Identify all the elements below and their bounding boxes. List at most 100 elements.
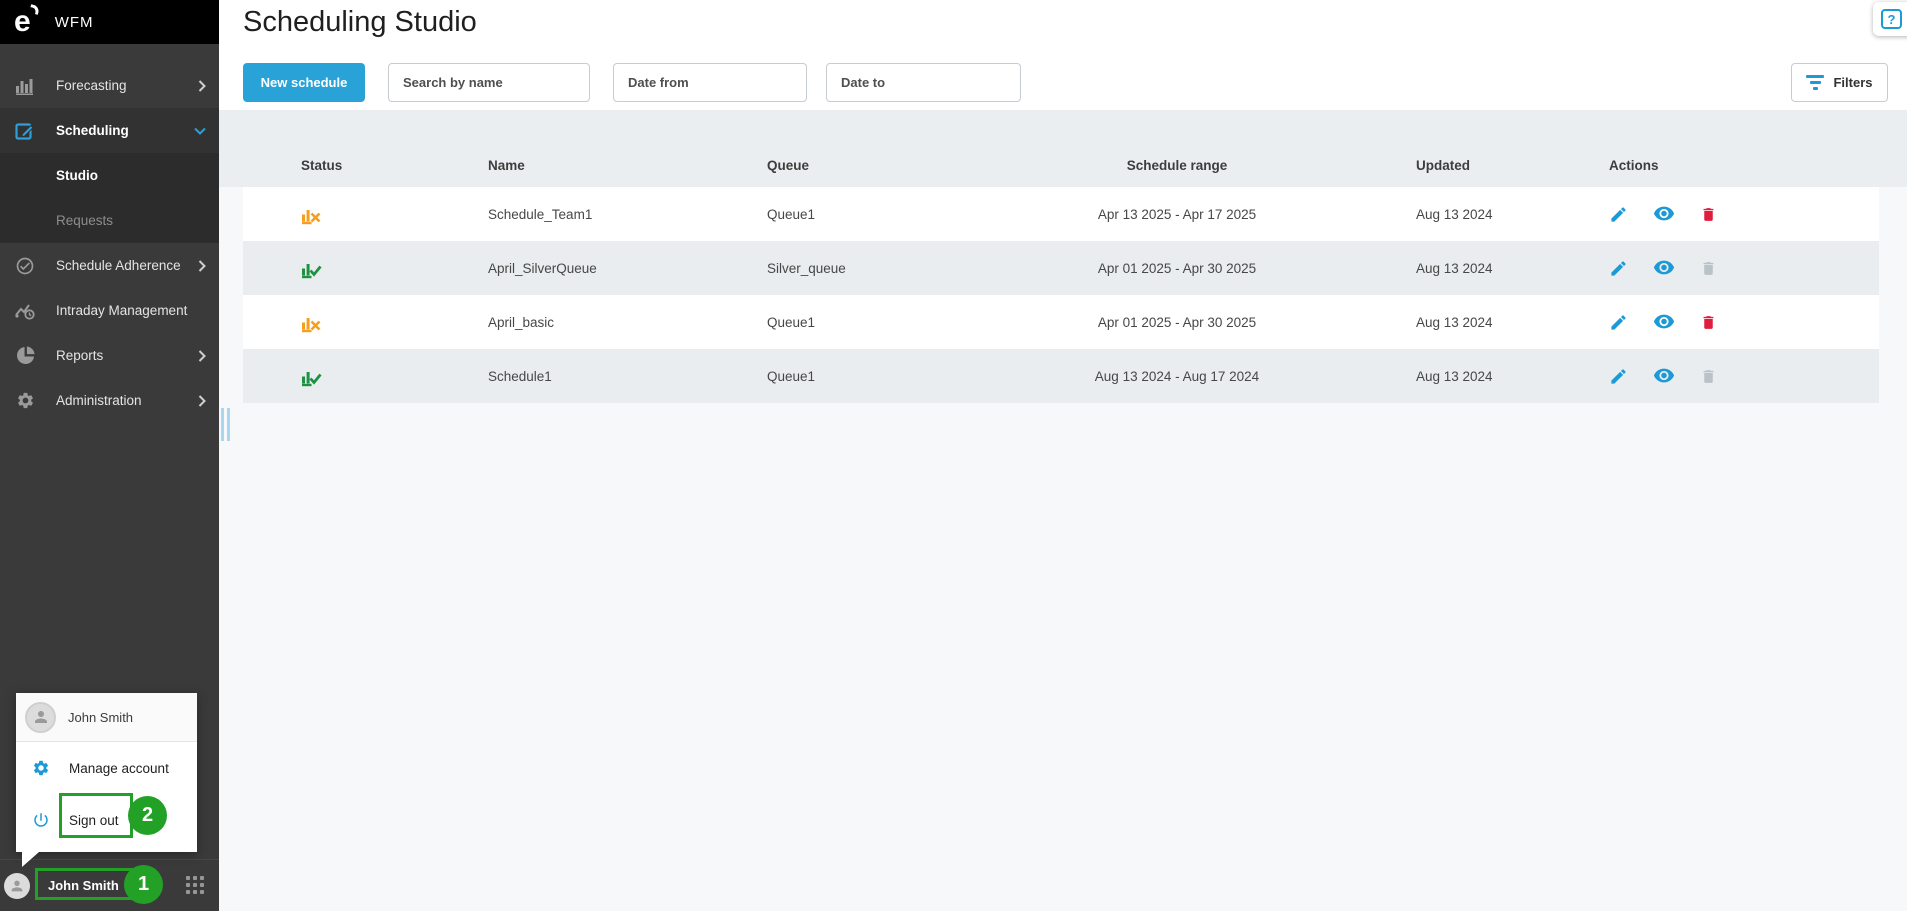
manage-account-item[interactable]: Manage account	[16, 742, 197, 794]
user-name: John Smith	[68, 709, 134, 725]
row-updated: Aug 13 2024	[1416, 206, 1493, 222]
sidebar-item-schedule-adherence[interactable]: Schedule Adherence	[0, 243, 219, 288]
sidebar-item-label: Intraday Management	[56, 303, 188, 318]
page-title: Scheduling Studio	[243, 6, 477, 38]
status-error-icon	[301, 204, 322, 225]
row-queue: Queue1	[767, 368, 816, 384]
edit-button[interactable]	[1609, 313, 1628, 332]
table-header: Status Name Queue Schedule range Updated…	[219, 110, 1907, 187]
sidebar-resize-handle[interactable]	[221, 408, 230, 441]
delete-button[interactable]	[1700, 259, 1717, 278]
chevron-right-icon	[198, 259, 206, 272]
chevron-down-icon	[194, 127, 206, 135]
row-name: Schedule1	[488, 368, 552, 384]
status-cell	[243, 312, 430, 333]
chevron-right-icon	[198, 79, 206, 92]
edit-button[interactable]	[1609, 259, 1628, 278]
annotation-step-1: 1	[124, 865, 163, 904]
sidebar-item-label: Reports	[56, 348, 104, 363]
filters-label: Filters	[1833, 75, 1873, 90]
row-queue: Silver_queue	[767, 260, 846, 276]
sidebar-item-intraday-management[interactable]: Intraday Management	[0, 288, 219, 333]
delete-button[interactable]	[1700, 205, 1717, 224]
status-error-icon	[301, 312, 322, 333]
user-menu-header: John Smith	[16, 693, 197, 742]
view-button[interactable]	[1653, 368, 1675, 384]
power-icon	[32, 811, 50, 829]
help-icon: ?	[1881, 9, 1902, 29]
edit-button[interactable]	[1609, 367, 1628, 386]
user-menu-popup: John Smith Manage account Sign out	[16, 693, 197, 852]
sidebar-nav: Forecasting Scheduling Studio Requests S…	[0, 44, 219, 423]
delete-button[interactable]	[1700, 367, 1717, 386]
new-schedule-button[interactable]: New schedule	[243, 63, 365, 102]
user-menu-trigger[interactable]: John Smith	[48, 878, 119, 893]
column-header-actions: Actions	[1609, 158, 1659, 173]
view-button[interactable]	[1653, 206, 1675, 222]
sidebar-item-scheduling[interactable]: Scheduling	[0, 108, 219, 153]
actions-cell	[1551, 259, 1879, 278]
table-row[interactable]: April_SilverQueue Silver_queue Apr 01 20…	[243, 241, 1879, 295]
delete-button[interactable]	[1700, 313, 1717, 332]
brand-logo-icon: e	[14, 4, 40, 37]
sidebar-item-studio[interactable]: Studio	[0, 153, 219, 198]
row-name: April_SilverQueue	[488, 260, 597, 276]
row-updated: Aug 13 2024	[1416, 314, 1493, 330]
sidebar-item-administration[interactable]: Administration	[0, 378, 219, 423]
row-range: Apr 13 2025 - Apr 17 2025	[1097, 206, 1257, 222]
actions-cell	[1551, 367, 1879, 386]
date-to-input[interactable]	[826, 63, 1021, 102]
sidebar-item-label: Forecasting	[56, 78, 127, 93]
row-range: Apr 01 2025 - Apr 30 2025	[1097, 314, 1257, 330]
table-body: Schedule_Team1 Queue1 Apr 13 2025 - Apr …	[243, 187, 1879, 403]
edit-icon	[14, 121, 36, 141]
sidebar-item-label: Schedule Adherence	[56, 258, 181, 273]
sidebar-group-scheduling: Scheduling Studio Requests	[0, 108, 219, 243]
check-circle-icon	[14, 256, 36, 276]
gear-icon	[32, 759, 50, 777]
row-updated: Aug 13 2024	[1416, 260, 1493, 276]
manage-account-label: Manage account	[69, 760, 169, 776]
column-header-schedule-range: Schedule range	[1126, 158, 1228, 173]
sidebar-item-forecasting[interactable]: Forecasting	[0, 63, 219, 108]
brand-name: WFM	[54, 13, 94, 31]
avatar	[25, 701, 56, 733]
bar-chart-icon	[14, 76, 36, 96]
column-header-updated: Updated	[1416, 158, 1470, 173]
row-queue: Queue1	[767, 206, 816, 222]
gear-icon	[14, 391, 36, 411]
table-row[interactable]: Schedule_Team1 Queue1 Apr 13 2025 - Apr …	[243, 187, 1879, 241]
filter-icon	[1806, 75, 1825, 90]
row-updated: Aug 13 2024	[1416, 368, 1493, 384]
filters-button[interactable]: Filters	[1791, 63, 1888, 102]
chevron-right-icon	[198, 394, 206, 407]
intraday-chart-clock-icon	[14, 301, 36, 321]
sidebar-item-label: Scheduling	[56, 123, 129, 138]
row-range: Aug 13 2024 - Aug 17 2024	[1094, 368, 1260, 384]
edit-button[interactable]	[1609, 205, 1628, 224]
popup-tail	[22, 852, 39, 867]
row-name: April_basic	[488, 314, 555, 330]
column-header-queue: Queue	[767, 158, 810, 173]
sidebar-item-label: Administration	[56, 393, 142, 408]
sidebar-item-requests[interactable]: Requests	[0, 198, 219, 243]
status-cell	[243, 366, 430, 387]
sidebar-item-reports[interactable]: Reports	[0, 333, 219, 378]
help-button[interactable]: ?	[1873, 2, 1907, 36]
sign-out-item[interactable]: Sign out	[16, 794, 197, 846]
search-input[interactable]	[388, 63, 590, 102]
view-button[interactable]	[1653, 260, 1675, 276]
avatar[interactable]	[4, 873, 30, 899]
table-row[interactable]: April_basic Queue1 Apr 01 2025 - Apr 30 …	[243, 295, 1879, 349]
table-row[interactable]: Schedule1 Queue1 Aug 13 2024 - Aug 17 20…	[243, 349, 1879, 403]
view-button[interactable]	[1653, 314, 1675, 330]
status-ok-icon	[301, 366, 322, 387]
date-from-input[interactable]	[613, 63, 807, 102]
main-content: Scheduling Studio New schedule Filters S…	[219, 0, 1907, 911]
status-ok-icon	[301, 258, 322, 279]
logo-bar: e WFM	[0, 0, 219, 44]
column-header-status: Status	[301, 158, 343, 173]
row-name: Schedule_Team1	[488, 206, 593, 222]
status-cell	[243, 204, 430, 225]
app-grid-icon[interactable]	[186, 876, 206, 896]
